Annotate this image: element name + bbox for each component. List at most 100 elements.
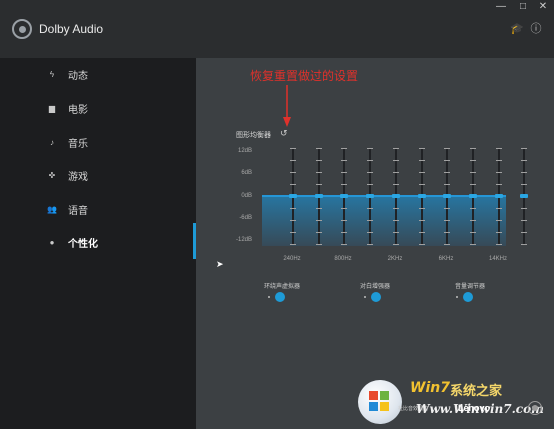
sidebar-item-music[interactable]: ♪ 音乐 bbox=[0, 130, 196, 154]
eq-band-thumb[interactable] bbox=[392, 194, 400, 198]
eq-band-tick bbox=[444, 232, 450, 233]
eq-band-tick bbox=[316, 184, 322, 185]
eq-band-tick bbox=[367, 220, 373, 221]
surround-virtualizer-toggle[interactable] bbox=[268, 292, 286, 302]
eq-band-tick bbox=[367, 208, 373, 209]
eq-band-tick bbox=[290, 232, 296, 233]
eq-band-thumb[interactable] bbox=[289, 194, 297, 198]
people-icon: 👥 bbox=[47, 204, 57, 214]
sidebar-item-label: 游戏 bbox=[68, 171, 88, 183]
annotation-arrow bbox=[283, 85, 291, 127]
person-icon: ● bbox=[49, 237, 55, 247]
eq-band-tick bbox=[367, 244, 373, 245]
eq-band-tick bbox=[367, 184, 373, 185]
eq-band-tick bbox=[496, 184, 502, 185]
info-icon[interactable]: ⓘ bbox=[530, 23, 542, 35]
eq-band-tick bbox=[521, 244, 527, 245]
eq-band-tick bbox=[341, 148, 347, 149]
eq-band-tick bbox=[367, 232, 373, 233]
eq-band-tick bbox=[316, 160, 322, 161]
watermark-cn: 系统之家 bbox=[450, 384, 503, 399]
eq-band-thumb[interactable] bbox=[366, 194, 374, 198]
volume-leveler-label: 音量调节器 bbox=[454, 284, 485, 290]
eq-band-tick bbox=[496, 232, 502, 233]
eq-band-tick bbox=[521, 220, 527, 221]
sidebar-item-voice[interactable]: 👥 语音 bbox=[0, 197, 196, 221]
app-title: Dolby Audio bbox=[39, 22, 104, 36]
db-label: -12dB bbox=[235, 237, 252, 243]
eq-band-tick bbox=[419, 172, 425, 173]
toggle-knob bbox=[463, 292, 473, 302]
eq-band-thumb[interactable] bbox=[315, 194, 323, 198]
eq-band-tick bbox=[419, 184, 425, 185]
eq-band-tick bbox=[444, 244, 450, 245]
dolby-logo-icon bbox=[12, 19, 32, 39]
sidebar-item-movie[interactable]: ▆ 电影 bbox=[0, 96, 196, 120]
eq-band-tick bbox=[444, 208, 450, 209]
eq-band-tick bbox=[341, 232, 347, 233]
eq-band-tick bbox=[496, 172, 502, 173]
dolby-corner-icon[interactable] bbox=[528, 401, 542, 415]
eq-band-tick bbox=[521, 232, 527, 233]
eq-band-thumb[interactable] bbox=[469, 194, 477, 198]
eq-band-tick bbox=[444, 160, 450, 161]
eq-band-tick bbox=[290, 160, 296, 161]
close-button[interactable]: ✕ bbox=[536, 1, 550, 13]
eq-band-tick bbox=[290, 244, 296, 245]
eq-band-tick bbox=[470, 160, 476, 161]
toggle-dot bbox=[364, 296, 366, 298]
eq-band-tick bbox=[393, 232, 399, 233]
eq-band-tick bbox=[496, 148, 502, 149]
eq-band-tick bbox=[496, 244, 502, 245]
eq-band-tick bbox=[316, 208, 322, 209]
eq-band-tick bbox=[290, 184, 296, 185]
eq-band-tick bbox=[393, 184, 399, 185]
eq-band-thumb[interactable] bbox=[520, 194, 528, 198]
windows-flag-icon bbox=[369, 391, 389, 411]
eq-band-tick bbox=[393, 220, 399, 221]
eq-band-thumb[interactable] bbox=[443, 194, 451, 198]
eq-band-tick bbox=[290, 148, 296, 149]
eq-band-tick bbox=[496, 208, 502, 209]
eq-band-thumb[interactable] bbox=[418, 194, 426, 198]
eq-band-tick bbox=[419, 208, 425, 209]
sidebar-item-game[interactable]: ✜ 游戏 bbox=[0, 163, 196, 187]
minimize-button[interactable]: — bbox=[494, 1, 508, 13]
eq-band-tick bbox=[521, 160, 527, 161]
sidebar-item-personalize[interactable]: ● 个性化 bbox=[0, 230, 196, 254]
sidebar-item-label: 语音 bbox=[68, 205, 88, 217]
eq-band-tick bbox=[419, 244, 425, 245]
annotation-text: 恢复重置做过的设置 bbox=[250, 69, 359, 83]
film-icon: ▆ bbox=[48, 103, 56, 113]
lightning-icon: ϟ bbox=[49, 69, 55, 79]
eq-band-thumb[interactable] bbox=[495, 194, 503, 198]
eq-band-tick bbox=[341, 244, 347, 245]
eq-band-tick bbox=[419, 232, 425, 233]
eq-band-tick bbox=[470, 232, 476, 233]
toggle-dot bbox=[268, 296, 270, 298]
eq-band-tick bbox=[316, 172, 322, 173]
eq-band-tick bbox=[444, 172, 450, 173]
eq-band-tick bbox=[496, 220, 502, 221]
sidebar-item-label: 音乐 bbox=[68, 138, 88, 150]
eq-band-tick bbox=[470, 148, 476, 149]
graduation-cap-icon[interactable]: 🎓 bbox=[510, 23, 524, 35]
eq-band-tick bbox=[470, 184, 476, 185]
db-label: -6dB bbox=[239, 215, 252, 221]
reset-icon[interactable]: ↺ bbox=[280, 128, 288, 139]
volume-leveler-toggle[interactable] bbox=[456, 292, 474, 302]
toggle-dot bbox=[456, 296, 458, 298]
freq-label: 2KHz bbox=[387, 256, 403, 262]
freq-label: 240Hz bbox=[283, 256, 301, 262]
eq-band-thumb[interactable] bbox=[340, 194, 348, 198]
sidebar-item-label: 电影 bbox=[68, 104, 88, 116]
eq-band-tick bbox=[341, 184, 347, 185]
music-note-icon: ♪ bbox=[50, 137, 54, 147]
eq-band-tick bbox=[393, 160, 399, 161]
maximize-button[interactable]: □ bbox=[516, 1, 530, 13]
eq-band-tick bbox=[341, 220, 347, 221]
eq-band-tick bbox=[444, 184, 450, 185]
dialog-enhancer-toggle[interactable] bbox=[364, 292, 382, 302]
eq-band-tick bbox=[341, 172, 347, 173]
sidebar-item-dynamic[interactable]: ϟ 动态 bbox=[0, 62, 196, 86]
